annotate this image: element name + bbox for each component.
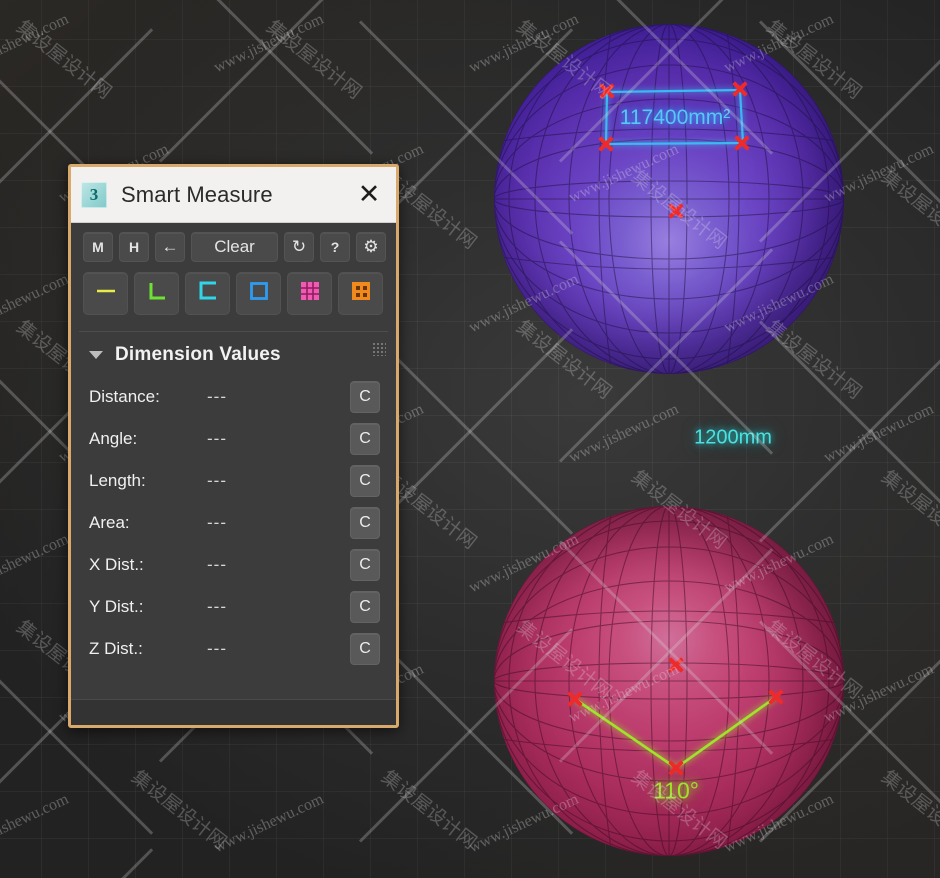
dimension-values-header[interactable]: Dimension Values — [79, 332, 388, 376]
hold-mode-button[interactable]: H — [119, 232, 149, 262]
row-value-angle: --- — [207, 429, 227, 448]
row-value-x-dist: --- — [207, 555, 227, 574]
dash-icon — [94, 279, 118, 308]
mode-area-button[interactable] — [236, 272, 281, 315]
resize-grip-icon[interactable] — [372, 342, 386, 356]
table-row: Distance: --- C — [79, 376, 388, 418]
panel-titlebar[interactable]: 3 Smart Measure ✕ — [71, 167, 396, 223]
bracket-C-icon — [196, 279, 220, 308]
square-outline-icon — [247, 279, 271, 308]
row-label-length: Length: — [89, 471, 146, 490]
3dsmax-icon: 3 — [81, 181, 107, 208]
row-label-angle: Angle: — [89, 429, 138, 448]
measure-mode-bar[interactable] — [71, 270, 396, 327]
table-row: Length: --- C — [79, 460, 388, 502]
row-value-area: --- — [207, 513, 227, 532]
mode-length-button[interactable] — [185, 272, 230, 315]
corner-L-icon — [145, 279, 169, 308]
sphere-pink[interactable] — [494, 506, 844, 856]
copy-button-distance[interactable]: C — [350, 381, 380, 413]
settings-button[interactable]: ⚙ — [356, 232, 386, 262]
mode-angle-button[interactable] — [134, 272, 179, 315]
mode-grid-snap-button[interactable] — [287, 272, 332, 315]
panel-title: Smart Measure — [121, 181, 273, 207]
row-label-distance: Distance: — [89, 387, 160, 406]
copy-button-x-dist[interactable]: C — [350, 549, 380, 581]
row-value-y-dist: --- — [207, 597, 227, 616]
help-button[interactable]: ? — [320, 232, 350, 262]
mode-distance-button[interactable] — [83, 272, 128, 315]
row-label-area: Area: — [89, 513, 130, 532]
sphere-purple[interactable] — [494, 24, 844, 374]
table-row: X Dist.: --- C — [79, 544, 388, 586]
orange-dots-icon — [349, 279, 373, 308]
measure-mode-button[interactable]: M — [83, 232, 113, 262]
copy-button-y-dist[interactable]: C — [350, 591, 380, 623]
undo-button[interactable]: ← — [155, 232, 185, 262]
panel-footer — [71, 699, 396, 725]
copy-button-z-dist[interactable]: C — [350, 633, 380, 665]
sphere-purple-wireframe — [494, 24, 844, 374]
chevron-down-icon[interactable] — [89, 351, 103, 359]
row-value-distance: --- — [207, 387, 227, 406]
section-title: Dimension Values — [115, 344, 281, 365]
close-icon[interactable]: ✕ — [348, 174, 390, 216]
row-value-z-dist: --- — [207, 639, 227, 658]
smart-measure-panel[interactable]: 3 Smart Measure ✕ M H ← Clear ↻ ? ⚙ Dime… — [68, 164, 399, 728]
copy-button-length[interactable]: C — [350, 465, 380, 497]
table-row: Z Dist.: --- C — [79, 628, 388, 670]
clear-button[interactable]: Clear — [191, 232, 278, 262]
dimension-values-section[interactable]: Dimension Values Distance: --- C Angle: … — [79, 331, 388, 670]
row-label-z-dist: Z Dist.: — [89, 639, 143, 658]
panel-toolbar[interactable]: M H ← Clear ↻ ? ⚙ — [71, 223, 396, 270]
sphere-pink-wireframe — [494, 506, 844, 856]
row-label-y-dist: Y Dist.: — [89, 597, 144, 616]
row-label-x-dist: X Dist.: — [89, 555, 144, 574]
table-row: Area: --- C — [79, 502, 388, 544]
reset-button[interactable]: ↻ — [284, 232, 314, 262]
row-value-length: --- — [207, 471, 227, 490]
copy-button-angle[interactable]: C — [350, 423, 380, 455]
mode-vertex-snap-button[interactable] — [338, 272, 383, 315]
table-row: Angle: --- C — [79, 418, 388, 460]
pink-grid-icon — [298, 279, 322, 308]
table-row: Y Dist.: --- C — [79, 586, 388, 628]
copy-button-area[interactable]: C — [350, 507, 380, 539]
